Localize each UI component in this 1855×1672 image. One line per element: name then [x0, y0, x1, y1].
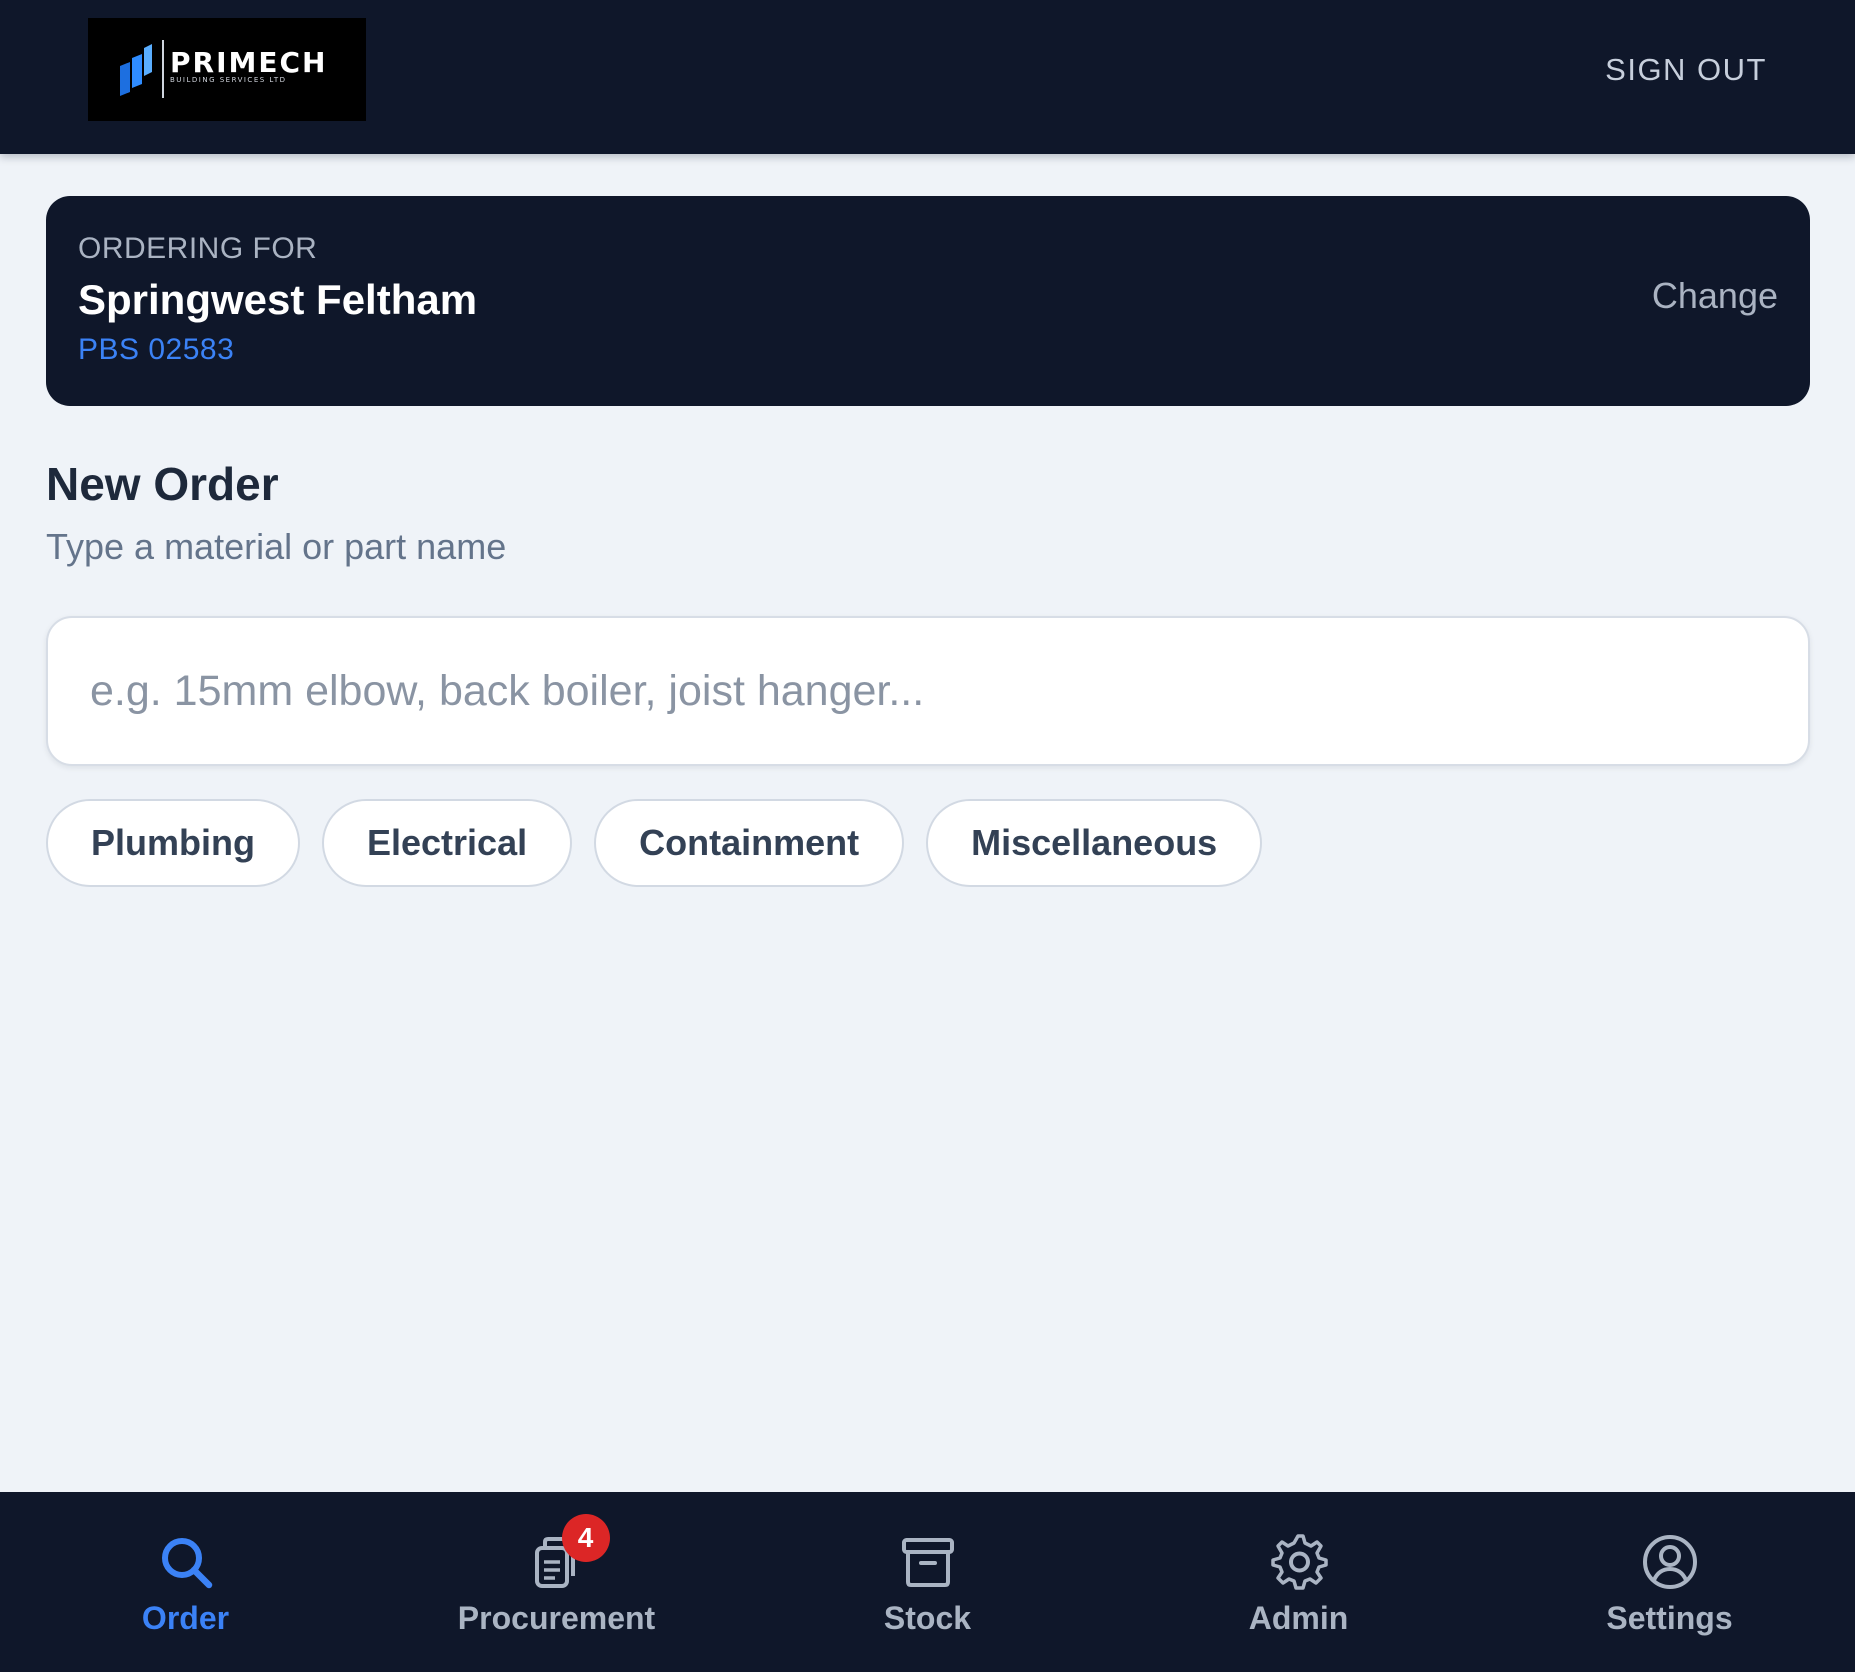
ordering-for-card: ORDERING FOR Springwest Feltham PBS 0258… — [46, 196, 1810, 406]
user-circle-icon — [1642, 1535, 1697, 1589]
archive-box-icon — [901, 1538, 954, 1587]
nav-label-order: Order — [141, 1600, 230, 1636]
logo-divider — [162, 40, 164, 98]
primech-logo-mark-icon — [120, 44, 152, 96]
logo-subtext: BUILDING SERVICES LTD — [170, 76, 287, 84]
bottom-nav: Order 4 Procurement Stock Admin Settings — [0, 1492, 1855, 1672]
site-code: PBS 02583 — [78, 333, 235, 366]
search-icon — [161, 1538, 212, 1589]
category-chips: Plumbing Electrical Containment Miscella… — [46, 799, 1263, 887]
page-subtitle: Type a material or part name — [46, 526, 507, 567]
app: PRIMECH BUILDING SERVICES LTD SIGN OUT O… — [0, 0, 1855, 1672]
nav-item-stock[interactable]: Stock — [742, 1492, 1113, 1672]
nav-label-admin: Admin — [1248, 1600, 1349, 1636]
nav-item-admin[interactable]: Admin — [1113, 1492, 1484, 1672]
nav-item-order[interactable]: Order — [0, 1492, 371, 1672]
nav-label-settings: Settings — [1606, 1600, 1733, 1636]
primech-logo[interactable]: PRIMECH BUILDING SERVICES LTD — [88, 18, 366, 121]
ordering-for-label: ORDERING FOR — [78, 232, 318, 265]
gear-icon — [1270, 1534, 1328, 1590]
nav-item-settings[interactable]: Settings — [1484, 1492, 1855, 1672]
nav-label-stock: Stock — [883, 1600, 972, 1636]
material-search-input[interactable] — [90, 618, 1770, 764]
page-title: New Order — [46, 458, 279, 510]
change-site-button[interactable]: Change — [1652, 274, 1778, 318]
category-chip-plumbing[interactable]: Plumbing — [46, 799, 300, 887]
material-search-box — [46, 616, 1810, 766]
category-chip-electrical[interactable]: Electrical — [322, 799, 573, 887]
site-name: Springwest Feltham — [78, 276, 478, 323]
category-chip-containment[interactable]: Containment — [594, 799, 905, 887]
sign-out-button[interactable]: SIGN OUT — [1605, 48, 1767, 92]
nav-item-procurement[interactable]: 4 Procurement — [371, 1492, 742, 1672]
nav-label-procurement: Procurement — [457, 1600, 656, 1636]
top-bar: PRIMECH BUILDING SERVICES LTD SIGN OUT — [0, 0, 1855, 154]
logo-text: PRIMECH — [170, 46, 328, 79]
procurement-count-badge: 4 — [561, 1514, 610, 1562]
category-chip-miscellaneous[interactable]: Miscellaneous — [926, 799, 1263, 887]
